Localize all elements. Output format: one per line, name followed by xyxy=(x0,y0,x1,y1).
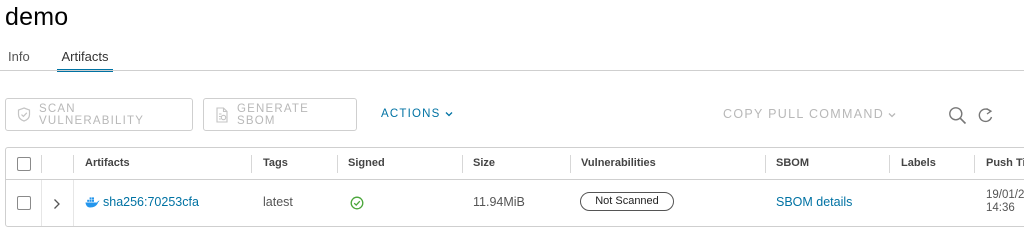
push-time-date: 19/01/2 xyxy=(986,189,1024,201)
tab-info[interactable]: Info xyxy=(8,48,30,71)
scan-vulnerability-button[interactable]: SCAN VULNERABILITY xyxy=(5,98,193,131)
chevron-down-icon xyxy=(888,112,896,118)
generate-sbom-label: GENERATE SBOM xyxy=(237,102,310,127)
refresh-button[interactable] xyxy=(977,106,994,130)
column-header-push-time[interactable]: Push Time xyxy=(986,157,1024,169)
column-header-vulnerabilities[interactable]: Vulnerabilities xyxy=(581,157,656,169)
artifact-digest-link[interactable]: sha256:70253cfa xyxy=(103,195,199,209)
column-header-size[interactable]: Size xyxy=(473,157,495,169)
select-all-checkbox[interactable] xyxy=(17,157,31,171)
column-header-labels[interactable]: Labels xyxy=(901,157,936,169)
table-row[interactable]: sha256:70253cfa latest 11.94MiB Not Scan… xyxy=(6,180,1024,226)
artifact-size: 11.94MiB xyxy=(473,195,525,209)
actions-dropdown[interactable]: ACTIONS xyxy=(381,108,453,120)
shield-icon xyxy=(17,107,31,122)
docker-icon xyxy=(85,197,100,208)
generate-sbom-button[interactable]: GENERATE SBOM xyxy=(203,98,357,131)
row-select-checkbox[interactable] xyxy=(17,196,31,210)
tab-bar-divider xyxy=(0,70,1024,71)
check-circle-icon xyxy=(350,196,364,210)
column-header-signed[interactable]: Signed xyxy=(348,157,385,169)
copy-pull-command-label: COPY PULL COMMAND xyxy=(723,107,885,121)
artifacts-table: Artifacts Tags Signed Size Vulnerabiliti… xyxy=(5,147,1024,227)
actions-label: ACTIONS xyxy=(381,108,441,120)
vulnerability-status-badge: Not Scanned xyxy=(580,192,674,211)
column-header-sbom[interactable]: SBOM xyxy=(776,157,809,169)
artifact-toolbar: SCAN VULNERABILITY GENERATE SBOM ACTIONS… xyxy=(0,98,1024,132)
search-button[interactable] xyxy=(948,106,967,130)
chevron-down-icon xyxy=(445,112,452,117)
artifact-tag: latest xyxy=(263,195,293,209)
document-icon xyxy=(216,106,228,123)
tab-bar: Info Artifacts xyxy=(0,48,1024,72)
tab-artifacts[interactable]: Artifacts xyxy=(57,48,113,72)
column-header-tags[interactable]: Tags xyxy=(263,157,288,169)
search-icon xyxy=(949,107,967,125)
copy-pull-command-dropdown[interactable]: COPY PULL COMMAND xyxy=(723,107,896,121)
column-header-artifacts[interactable]: Artifacts xyxy=(85,157,130,169)
artifacts-page: demo Info Artifacts SCAN VULNERABILITY G… xyxy=(0,0,1024,227)
chevron-right-icon[interactable] xyxy=(53,198,61,210)
sbom-details-link[interactable]: SBOM details xyxy=(776,195,852,209)
push-time-clock: 14:36 xyxy=(986,202,1015,214)
push-time: 19/01/2 14:36 xyxy=(986,189,1024,215)
refresh-icon xyxy=(978,107,993,123)
table-header: Artifacts Tags Signed Size Vulnerabiliti… xyxy=(6,148,1024,180)
scan-vulnerability-label: SCAN VULNERABILITY xyxy=(39,102,145,127)
page-title: demo xyxy=(5,3,69,31)
